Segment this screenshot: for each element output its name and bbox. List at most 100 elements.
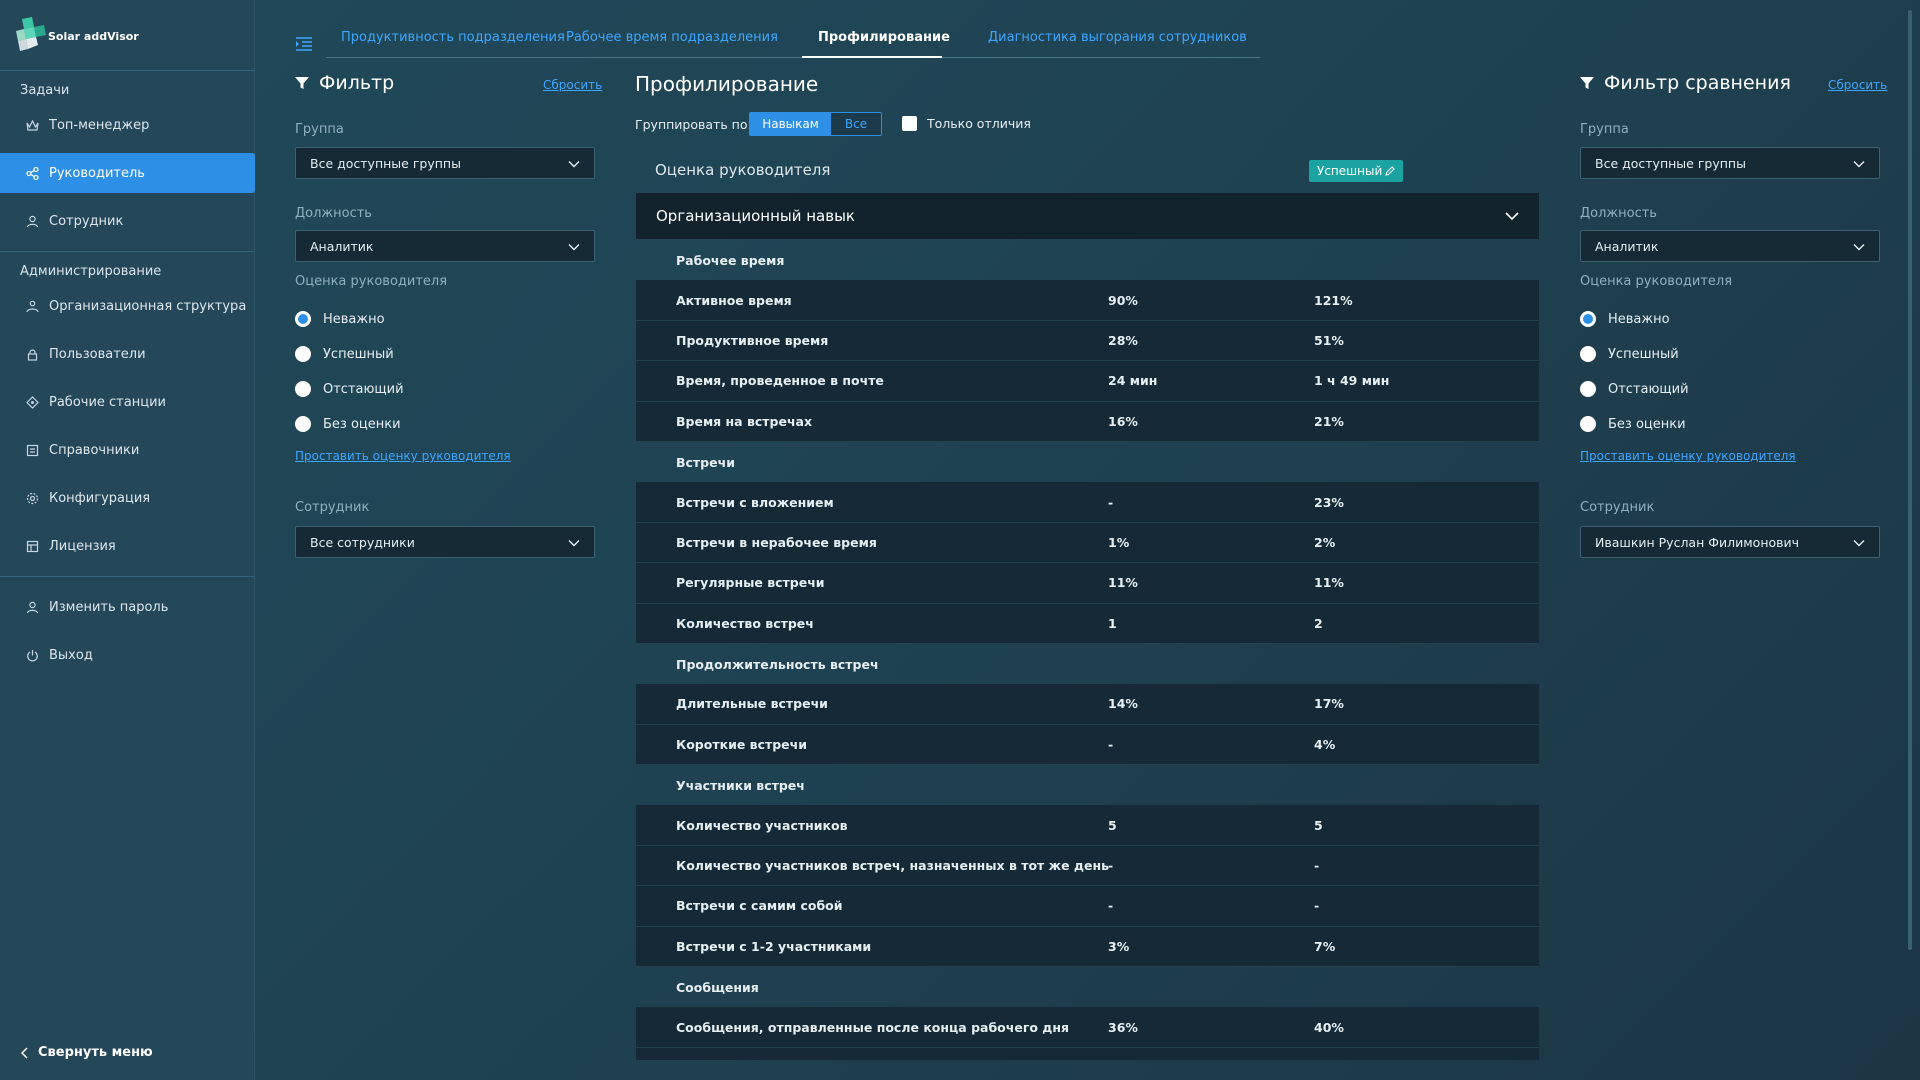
set-rating-link[interactable]: Проставить оценку руководителя xyxy=(295,449,511,463)
sidebar-item-logout[interactable]: Выход xyxy=(0,635,255,675)
sidebar-item-org-structure[interactable]: Организационная структура xyxy=(0,286,255,326)
metric-name: Количество участников xyxy=(676,817,848,833)
metric-value: 1 xyxy=(1108,615,1117,631)
metric-compare-value: 1 ч 49 мин xyxy=(1314,373,1390,389)
sidebar-item-label: Топ-менеджер xyxy=(49,117,150,133)
sidebar-item-license[interactable]: Лицензия xyxy=(0,526,255,566)
metric-name: Время, проведенное в почте xyxy=(676,373,884,389)
checkbox-box xyxy=(902,116,917,131)
tab-unit-productivity[interactable]: Продуктивность подразделения xyxy=(341,30,565,45)
radio-unchecked xyxy=(1580,416,1596,432)
rating-radio-successful[interactable]: Успешный xyxy=(295,346,394,362)
sidebar-item-top-manager[interactable]: Топ-менеджер xyxy=(0,105,255,145)
position-select[interactable]: Аналитик xyxy=(295,230,595,262)
compare-rating-radio-none[interactable]: Без оценки xyxy=(1580,416,1686,432)
sidebar-item-configuration[interactable]: Конфигурация xyxy=(0,478,255,518)
sidebar-item-label: Руководитель xyxy=(49,165,145,181)
radio-label: Неважно xyxy=(323,311,385,327)
group-select-value: Все доступные группы xyxy=(310,155,461,171)
table-row: Регулярные встречи 11% 11% xyxy=(636,563,1539,604)
compare-position-select[interactable]: Аналитик xyxy=(1580,230,1880,262)
sidebar-item-label: Рабочие станции xyxy=(49,394,166,410)
metric-value: 1% xyxy=(1108,534,1130,550)
metric-name: Регулярные встречи xyxy=(676,575,825,591)
metric-compare-value: - xyxy=(1314,898,1320,914)
metric-compare-value: 11% xyxy=(1314,575,1344,591)
skill-accordion-header[interactable]: Организационный навык xyxy=(636,193,1539,239)
metric-compare-value: 121% xyxy=(1314,292,1353,308)
sidebar-item-manager[interactable]: Руководитель xyxy=(0,153,255,193)
active-tab-indicator xyxy=(802,56,942,58)
compare-rating-radio-any[interactable]: Неважно xyxy=(1580,311,1670,327)
compare-group-select[interactable]: Все доступные группы xyxy=(1580,147,1880,179)
filter-title-text: Фильтр xyxy=(319,72,395,94)
tab-profiling[interactable]: Профилирование xyxy=(818,30,950,45)
license-icon xyxy=(26,540,39,553)
rating-radio-any[interactable]: Неважно xyxy=(295,311,385,327)
metric-name: Встречи с вложением xyxy=(676,494,834,510)
radio-checked xyxy=(295,311,311,327)
gear-icon xyxy=(26,492,39,505)
rating-radio-lagging[interactable]: Отстающий xyxy=(295,381,404,397)
compare-employee-label: Сотрудник xyxy=(1580,500,1655,515)
compare-rating-label: Оценка руководителя xyxy=(1580,274,1733,289)
metric-value: 28% xyxy=(1108,332,1138,348)
group-by-skills-button[interactable]: Навыкам xyxy=(750,113,831,135)
radio-label: Отстающий xyxy=(1608,381,1689,397)
table-row: Время на встречах 16% 21% xyxy=(636,401,1539,442)
compare-rating-radio-lagging[interactable]: Отстающий xyxy=(1580,381,1689,397)
radio-label: Без оценки xyxy=(323,416,401,432)
compare-group-select-value: Все доступные группы xyxy=(1595,155,1746,171)
radio-unchecked xyxy=(1580,381,1596,397)
sidebar-item-employee[interactable]: Сотрудник xyxy=(0,201,255,241)
compare-reset-link[interactable]: Сбросить xyxy=(1828,78,1887,92)
only-differences-checkbox[interactable]: Только отличия xyxy=(902,116,1031,131)
sidebar-item-workstations[interactable]: Рабочие станции xyxy=(0,382,255,422)
table-row: Встречи с 1-2 участниками 3% 7% xyxy=(636,926,1539,968)
lock-icon xyxy=(26,348,39,361)
collapse-menu-button[interactable]: Свернуть меню xyxy=(20,1045,153,1060)
table-row: Длительные встречи 14% 17% xyxy=(636,684,1539,725)
metric-value: - xyxy=(1108,494,1114,510)
radio-label: Неважно xyxy=(1608,311,1670,327)
table-row: Короткие встречи - 4% xyxy=(636,724,1539,766)
tab-burnout-diagnostics[interactable]: Диагностика выгорания сотрудников xyxy=(988,30,1247,45)
metric-value: 11% xyxy=(1108,575,1138,591)
divider xyxy=(0,251,255,252)
employee-select-value: Все сотрудники xyxy=(310,534,415,550)
filter-reset-link[interactable]: Сбросить xyxy=(543,78,602,92)
group-by-label: Группировать по: xyxy=(635,117,752,132)
page-scrollbar[interactable] xyxy=(1908,10,1912,950)
tab-unit-working-time[interactable]: Рабочее время подразделения xyxy=(566,30,778,45)
compare-group-label: Группа xyxy=(1580,122,1629,137)
sidebar-item-change-password[interactable]: Изменить пароль xyxy=(0,587,255,627)
group-by-all-button[interactable]: Все xyxy=(831,113,881,135)
compare-rating-radio-successful[interactable]: Успешный xyxy=(1580,346,1679,362)
compare-filter-title: Фильтр сравнения xyxy=(1580,72,1791,94)
rating-radio-none[interactable]: Без оценки xyxy=(295,416,401,432)
sidebar-item-users[interactable]: Пользователи xyxy=(0,334,255,374)
table-row: Встречи с вложением - 23% xyxy=(636,482,1539,523)
filter-icon xyxy=(1580,77,1594,89)
sidebar-item-directories[interactable]: Справочники xyxy=(0,430,255,470)
sidebar-item-label: Организационная структура xyxy=(49,298,247,314)
position-label: Должность xyxy=(295,206,372,221)
radio-checked xyxy=(1580,311,1596,327)
metric-compare-value: 21% xyxy=(1314,413,1344,429)
group-select[interactable]: Все доступные группы xyxy=(295,147,595,179)
metric-value: - xyxy=(1108,858,1114,874)
employee-select[interactable]: Все сотрудники xyxy=(295,526,595,558)
metric-compare-value: 7% xyxy=(1314,938,1336,954)
tab-bar: Продуктивность подразделения Рабочее вре… xyxy=(326,24,1260,58)
menu-toggle-icon[interactable] xyxy=(295,36,313,52)
user-key-icon xyxy=(26,601,39,614)
metric-compare-value: 4% xyxy=(1314,736,1336,752)
assessment-badge[interactable]: Успешный xyxy=(1309,160,1404,182)
compare-employee-select[interactable]: Ивашкин Руслан Филимонович xyxy=(1580,526,1880,558)
sidebar-item-label: Изменить пароль xyxy=(49,599,169,615)
compare-filter-title-text: Фильтр сравнения xyxy=(1604,72,1791,94)
app-logo[interactable]: Solar addVisor xyxy=(14,16,139,56)
compare-set-rating-link[interactable]: Проставить оценку руководителя xyxy=(1580,449,1796,463)
divider xyxy=(0,70,255,71)
metric-name: Время на встречах xyxy=(676,413,813,429)
